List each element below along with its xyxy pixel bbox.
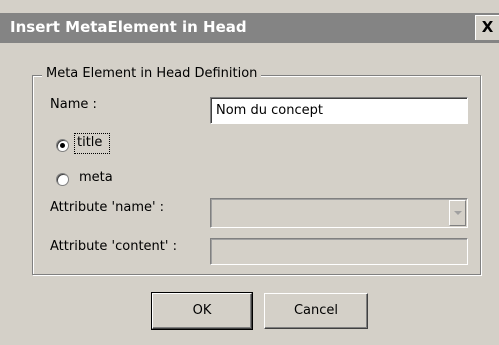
name-input[interactable]: Nom du concept (210, 97, 468, 124)
attribute-content-input[interactable] (210, 238, 468, 265)
groupbox-legend: Meta Element in Head Definition (42, 66, 262, 81)
name-input-value: Nom du concept (216, 103, 323, 118)
ok-button-label: OK (192, 303, 212, 318)
attribute-name-label: Attribute 'name' : (50, 200, 165, 215)
chevron-down-icon (454, 211, 462, 215)
title-bar: Insert MetaElement in Head X (0, 13, 499, 43)
meta-radio[interactable] (56, 173, 69, 186)
name-label: Name : (50, 97, 97, 112)
cancel-button-label: Cancel (293, 303, 339, 318)
meta-radio-label[interactable]: meta (79, 170, 113, 185)
close-button[interactable]: X (475, 15, 499, 40)
title-radio-label[interactable]: title (77, 135, 102, 150)
ok-button[interactable]: OK (151, 292, 253, 330)
attribute-name-dropdown[interactable] (210, 198, 468, 228)
radio-selected-dot (60, 143, 65, 148)
cancel-button[interactable]: Cancel (264, 293, 368, 329)
title-radio[interactable] (56, 139, 69, 152)
dropdown-button[interactable] (449, 200, 466, 226)
dialog-title: Insert MetaElement in Head (10, 18, 247, 36)
insert-meta-dialog: Insert MetaElement in Head X Meta Elemen… (0, 0, 499, 345)
close-icon: X (481, 18, 494, 36)
attribute-content-label: Attribute 'content' : (50, 239, 177, 254)
